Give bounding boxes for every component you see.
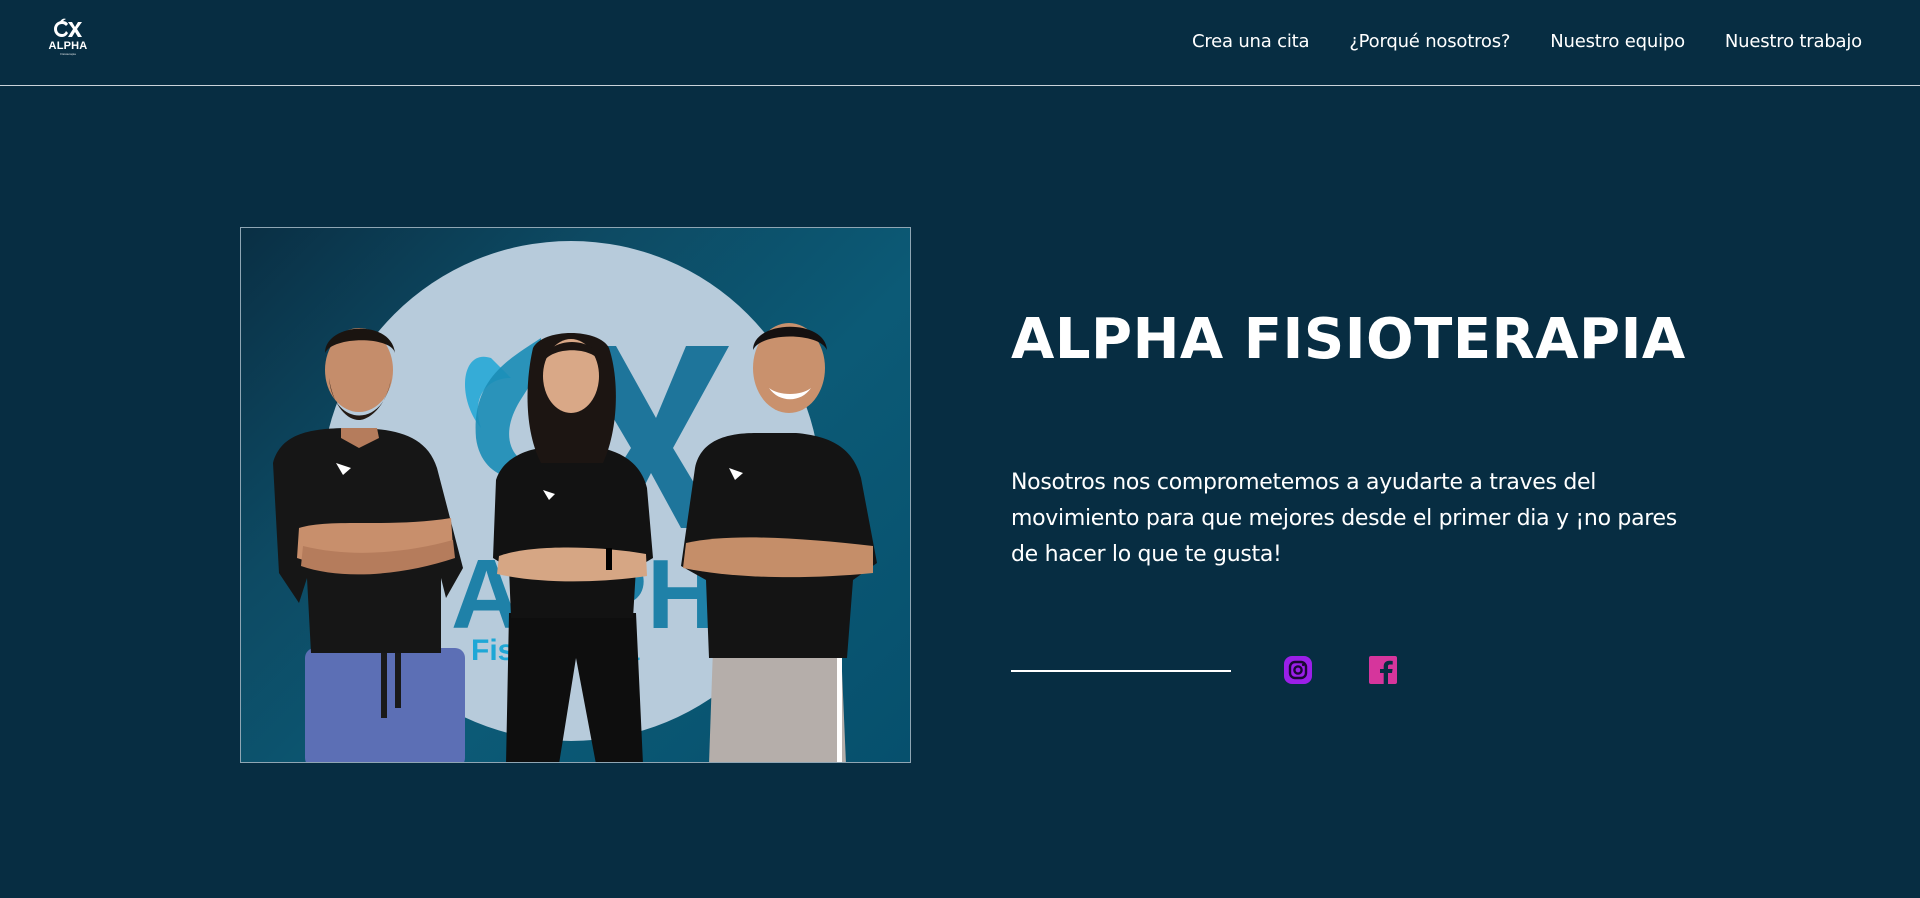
facebook-link[interactable] xyxy=(1368,655,1398,685)
team-photo: ALPHA Fisioterapia xyxy=(240,227,911,763)
nav-link-porque-nosotros[interactable]: ¿Porqué nosotros? xyxy=(1349,30,1510,54)
decorative-divider xyxy=(1011,670,1231,672)
facebook-icon xyxy=(1369,656,1397,684)
nav-link-nuestro-equipo[interactable]: Nuestro equipo xyxy=(1550,30,1685,54)
logo-subtitle: Fisioterapia xyxy=(60,52,76,56)
team-photo-illustration: ALPHA Fisioterapia xyxy=(273,241,877,762)
brand-logo[interactable]: ALPHA Fisioterapia xyxy=(46,18,90,62)
instagram-link[interactable] xyxy=(1283,655,1313,685)
instagram-icon xyxy=(1284,656,1312,684)
page-title: ALPHA FISIOTERAPIA xyxy=(1011,307,1686,372)
logo-wordmark: ALPHA xyxy=(48,40,88,52)
nav-link-crea-una-cita[interactable]: Crea una cita xyxy=(1192,30,1310,54)
alpha-logo-icon xyxy=(54,18,82,37)
hero-description: Nosotros nos comprometemos a ayudarte a … xyxy=(1011,470,1677,567)
top-navigation-bar: ALPHA Fisioterapia Crea una cita ¿Porqué… xyxy=(0,0,1920,86)
nav-link-nuestro-trabajo[interactable]: Nuestro trabajo xyxy=(1725,30,1862,54)
main-nav: Crea una cita ¿Porqué nosotros? Nuestro … xyxy=(1192,30,1862,54)
